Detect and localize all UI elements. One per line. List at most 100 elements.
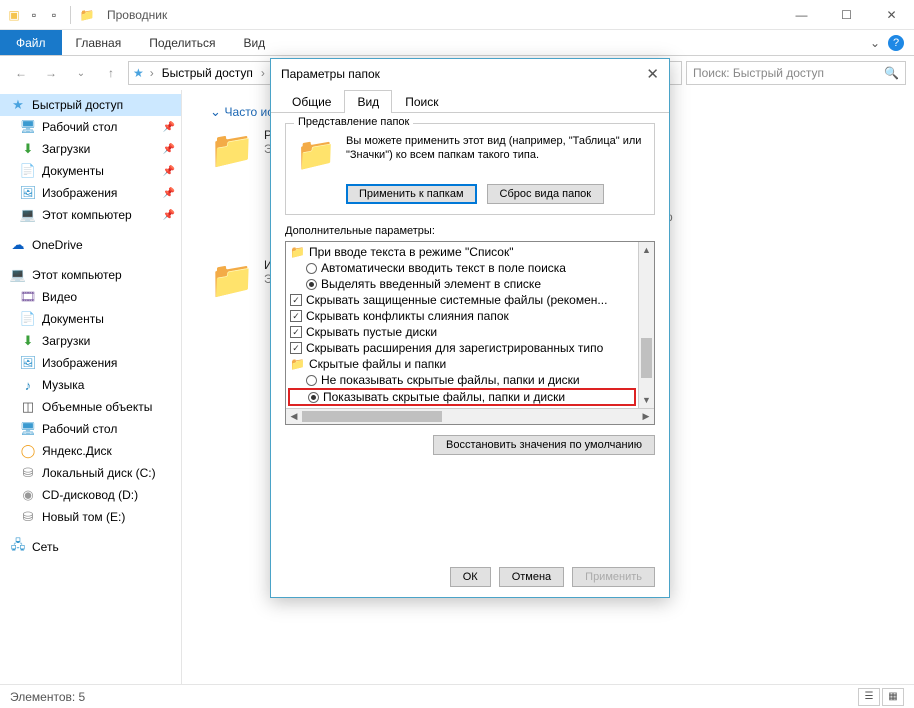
ribbon-tab-home[interactable]: Главная	[62, 30, 136, 55]
radio[interactable]	[306, 279, 317, 290]
tree-item[interactable]: Не показывать скрытые файлы, папки и дис…	[288, 372, 636, 388]
scroll-up-icon[interactable]: ▲	[639, 242, 654, 258]
sidebar-item-label: Загрузки	[42, 142, 90, 156]
dialog-titlebar: Параметры папок ✕	[271, 59, 669, 89]
chevron-right-icon[interactable]: ›	[259, 66, 267, 80]
sidebar-spacer	[0, 528, 181, 536]
scroll-thumb[interactable]	[302, 411, 442, 422]
sidebar-item[interactable]: ◫Объемные объекты	[0, 396, 181, 418]
dialog-close-button[interactable]: ✕	[646, 65, 659, 83]
sidebar-item-images[interactable]: 🖼Изображения📌	[0, 182, 181, 204]
sidebar-item-downloads[interactable]: ⬇Загрузки📌	[0, 138, 181, 160]
qat-icon-1[interactable]: ▫	[26, 7, 42, 23]
sidebar-item[interactable]: ⛁Новый том (E:)	[0, 506, 181, 528]
ribbon-tab-share[interactable]: Поделиться	[135, 30, 229, 55]
sidebar-item[interactable]: 🖼Изображения	[0, 352, 181, 374]
sidebar-this-pc[interactable]: 💻Этот компьютер	[0, 264, 181, 286]
sidebar-onedrive[interactable]: ☁OneDrive	[0, 234, 181, 256]
dialog-footer: ОК Отмена Применить	[271, 557, 669, 597]
ribbon-expand-icon[interactable]: ⌄	[870, 36, 880, 50]
tree-item-label: Скрывать конфликты слияния папок	[306, 309, 509, 323]
folder-icon: 📁	[290, 357, 305, 371]
minimize-button[interactable]: —	[779, 0, 824, 30]
dialog-tab-search[interactable]: Поиск	[392, 90, 451, 113]
help-icon[interactable]: ?	[888, 35, 904, 51]
tree-item[interactable]: Автоматически вводить текст в поле поиск…	[288, 260, 636, 276]
tree-list[interactable]: 📁При вводе текста в режиме "Список"Автом…	[286, 242, 638, 408]
tree-item[interactable]: Скрывать пустые диски	[288, 324, 636, 340]
scroll-thumb[interactable]	[641, 338, 652, 378]
breadcrumb[interactable]: Быстрый доступ	[160, 66, 255, 80]
sidebar-item-documents[interactable]: 📄Документы📌	[0, 160, 181, 182]
sidebar-item[interactable]: 🖥Рабочий стол	[0, 418, 181, 440]
nav-forward-button[interactable]: →	[38, 60, 64, 86]
sidebar-network[interactable]: 🖧Сеть	[0, 536, 181, 558]
sidebar-item[interactable]: ◯Яндекс.Диск	[0, 440, 181, 462]
ribbon-file-tab[interactable]: Файл	[0, 30, 62, 55]
scroll-down-icon[interactable]: ▼	[639, 392, 654, 408]
radio[interactable]	[306, 375, 317, 386]
app-icon: ▣	[6, 7, 22, 23]
restore-defaults-button[interactable]: Восстановить значения по умолчанию	[433, 435, 655, 455]
view-tiles-button[interactable]: ▦	[882, 688, 904, 706]
sidebar-quick-access[interactable]: ★ Быстрый доступ	[0, 94, 181, 116]
tree-item[interactable]: 📁При вводе текста в режиме "Список"	[288, 244, 636, 260]
sidebar-item-desktop[interactable]: 🖥Рабочий стол📌	[0, 116, 181, 138]
tree-item[interactable]: Скрывать конфликты слияния папок	[288, 308, 636, 324]
group-legend: Представление папок	[294, 116, 413, 128]
sidebar-item[interactable]: ⛁Локальный диск (C:)	[0, 462, 181, 484]
tree-item[interactable]: Скрывать расширения для зарегистрированн…	[288, 340, 636, 356]
ribbon-tab-view[interactable]: Вид	[229, 30, 279, 55]
checkbox[interactable]	[290, 342, 302, 354]
apply-to-folders-button[interactable]: Применить к папкам	[346, 184, 477, 204]
3d-icon: ◫	[20, 399, 36, 415]
sidebar-item-label: Рабочий стол	[42, 120, 117, 134]
scroll-left-icon[interactable]: ◀	[286, 409, 302, 424]
checkbox[interactable]	[290, 294, 302, 306]
image-icon: 🖼	[20, 185, 36, 201]
scroll-right-icon[interactable]: ▶	[638, 409, 654, 424]
nav-back-button[interactable]: ←	[8, 60, 34, 86]
radio[interactable]	[306, 263, 317, 274]
folder-options-dialog: Параметры папок ✕ Общие Вид Поиск Предст…	[270, 58, 670, 598]
folder-icon: 📁	[296, 134, 336, 174]
horizontal-scrollbar[interactable]: ◀ ▶	[286, 408, 654, 424]
apply-button[interactable]: Применить	[572, 567, 655, 587]
view-details-button[interactable]: ☰	[858, 688, 880, 706]
sidebar-item[interactable]: 📄Документы	[0, 308, 181, 330]
maximize-button[interactable]: ☐	[824, 0, 869, 30]
tree-item[interactable]: Скрывать защищенные системные файлы (рек…	[288, 292, 636, 308]
dialog-tab-general[interactable]: Общие	[279, 90, 344, 113]
close-button[interactable]: ✕	[869, 0, 914, 30]
sidebar-item[interactable]: ⬇Загрузки	[0, 330, 181, 352]
search-input[interactable]: Поиск: Быстрый доступ 🔍	[686, 61, 906, 85]
sidebar-item[interactable]: ♪Музыка	[0, 374, 181, 396]
tree-item-label: Не показывать скрытые файлы, папки и дис…	[321, 373, 580, 387]
sidebar-item-label: Музыка	[42, 378, 84, 392]
chevron-right-icon[interactable]: ›	[148, 66, 156, 80]
reset-folders-button[interactable]: Сброс вида папок	[487, 184, 605, 204]
tree-item-label: Показывать скрытые файлы, папки и диски	[323, 390, 565, 404]
vertical-scrollbar[interactable]: ▲ ▼	[638, 242, 654, 408]
nav-up-button[interactable]: ↑	[98, 60, 124, 86]
tree-item[interactable]: Выделять введенный элемент в списке	[288, 276, 636, 292]
checkbox[interactable]	[290, 310, 302, 322]
sidebar-item-thispc[interactable]: 💻Этот компьютер📌	[0, 204, 181, 226]
tree-item[interactable]: Показывать скрытые файлы, папки и диски	[288, 388, 636, 406]
tree-item[interactable]: 📁Скрытые файлы и папки	[288, 356, 636, 372]
checkbox[interactable]	[290, 326, 302, 338]
nav-history-button[interactable]: ⌄	[68, 60, 94, 86]
sidebar-spacer	[0, 226, 181, 234]
sidebar-item[interactable]: ◉CD-дисковод (D:)	[0, 484, 181, 506]
radio[interactable]	[308, 392, 319, 403]
sidebar-item[interactable]: 🎞Видео	[0, 286, 181, 308]
search-placeholder: Поиск: Быстрый доступ	[693, 66, 824, 80]
desktop-icon: 🖥	[20, 119, 36, 135]
ok-button[interactable]: ОК	[450, 567, 491, 587]
search-icon[interactable]: 🔍	[884, 66, 899, 80]
group-text: Вы можете применить этот вид (например, …	[346, 134, 644, 174]
advanced-label: Дополнительные параметры:	[285, 225, 655, 237]
cancel-button[interactable]: Отмена	[499, 567, 564, 587]
qat-icon-2[interactable]: ▫	[46, 7, 62, 23]
dialog-tab-view[interactable]: Вид	[344, 90, 392, 113]
